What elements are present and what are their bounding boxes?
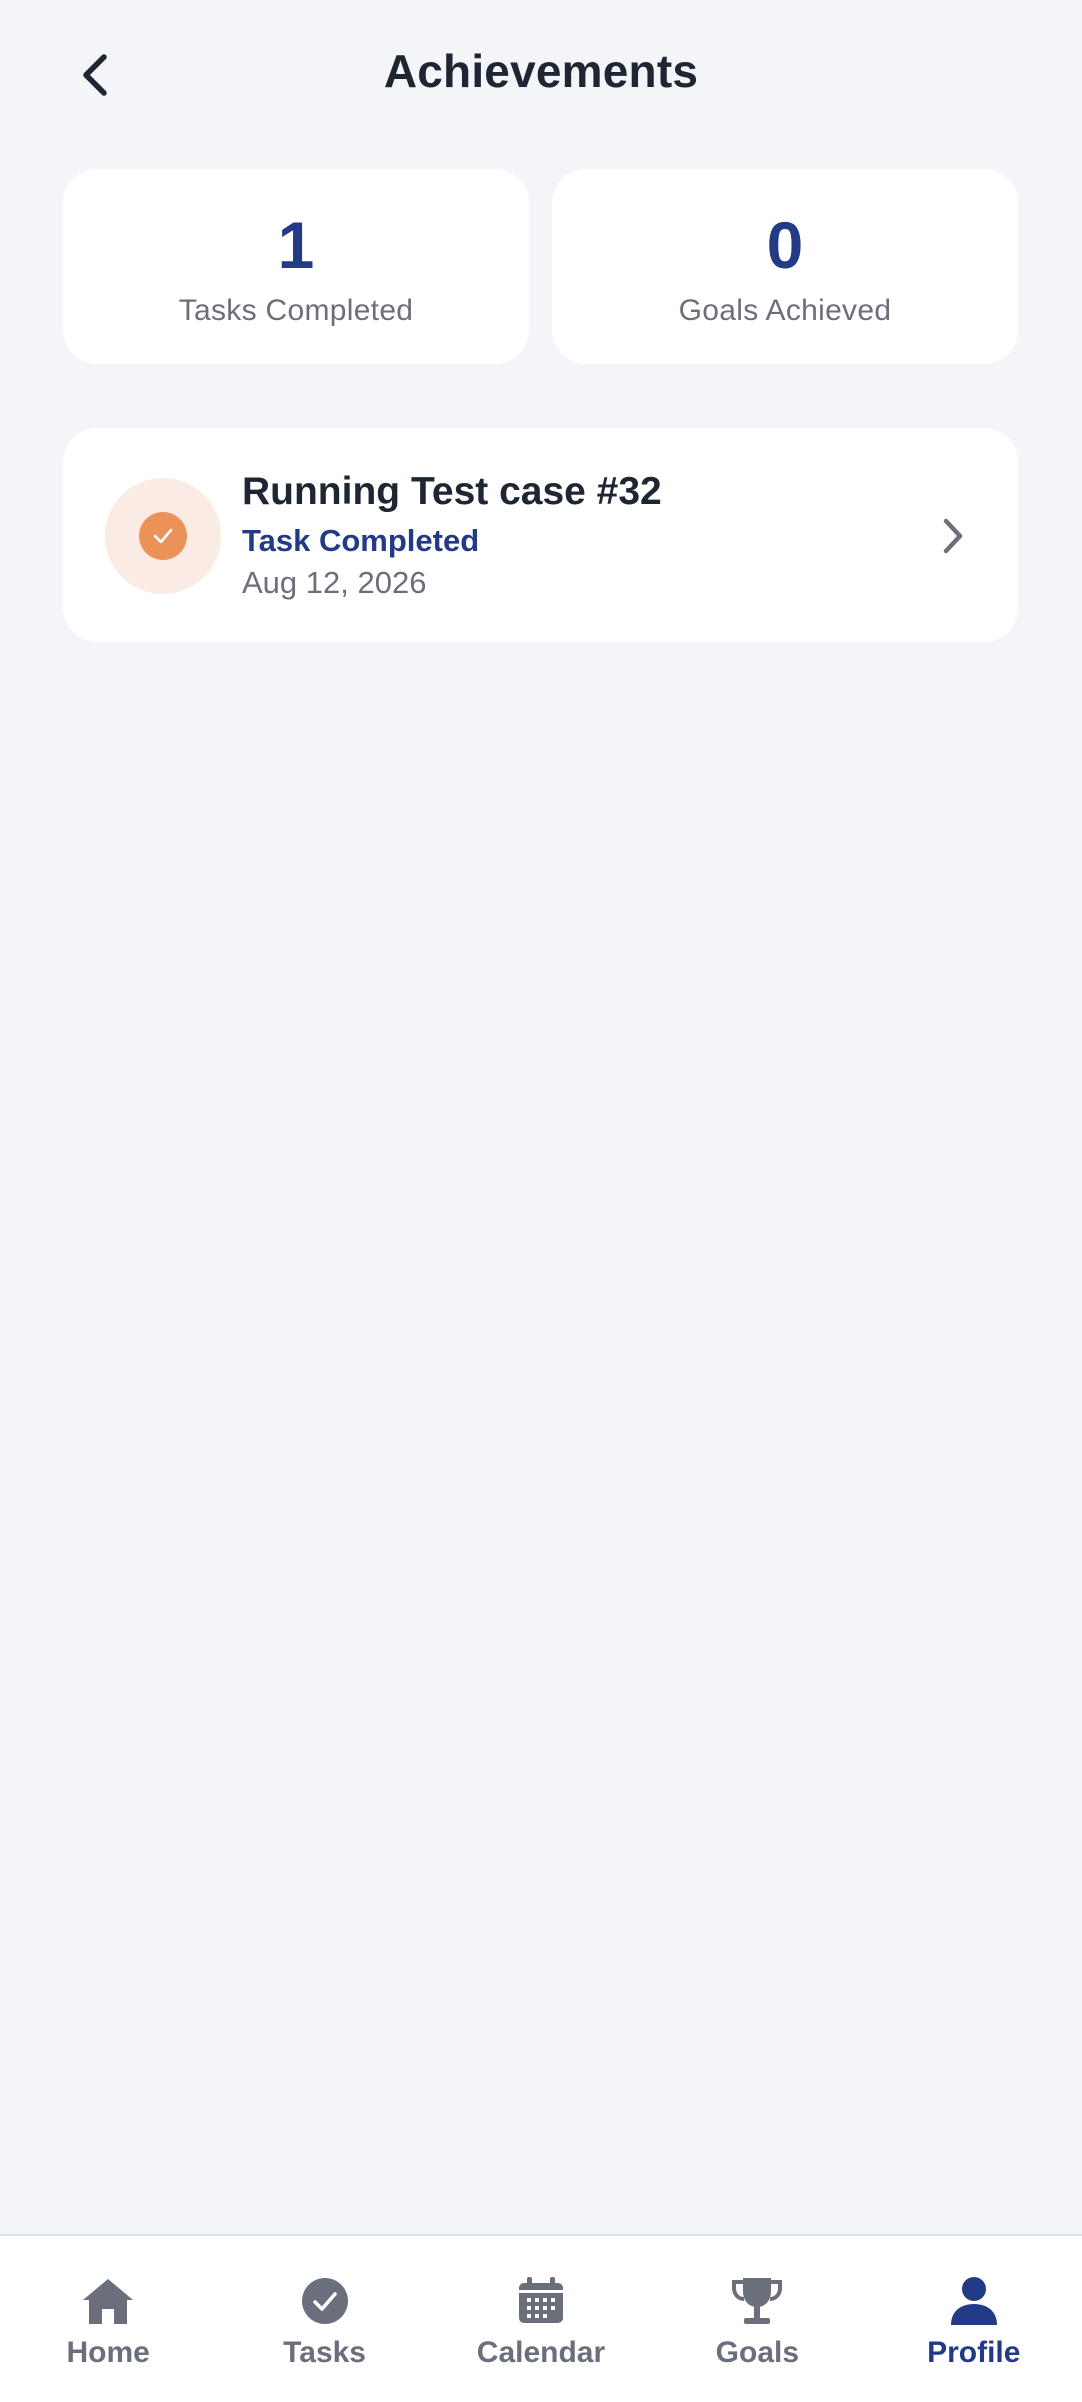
nav-item-calendar[interactable]: Calendar [433, 2236, 649, 2402]
goals-achieved-card: 0 Goals Achieved [552, 169, 1018, 364]
achievement-status: Task Completed [242, 523, 480, 558]
nav-item-tasks[interactable]: Tasks [216, 2236, 432, 2402]
tasks-completed-card: 1 Tasks Completed [63, 169, 529, 364]
page-title: Achievements [383, 45, 699, 97]
app-header: Achievements [0, 0, 1082, 150]
tasks-completed-label: Tasks Completed [178, 293, 414, 327]
home-icon [79, 2272, 137, 2330]
nav-label-home: Home [66, 2336, 150, 2369]
goals-achieved-label: Goals Achieved [678, 293, 892, 327]
goals-achieved-count: 0 [766, 207, 804, 282]
nav-item-goals[interactable]: Goals [649, 2236, 865, 2402]
achievement-badge [105, 478, 221, 594]
chevron-right-icon [928, 508, 978, 564]
tasks-completed-count: 1 [277, 207, 315, 282]
achievement-title: Running Test case #32 [242, 470, 662, 513]
trophy-icon [728, 2272, 786, 2330]
check-circle-icon [139, 512, 187, 560]
person-icon [945, 2272, 1003, 2330]
bottom-navigation: Home Tasks Calendar Goals Profile [0, 2234, 1082, 2402]
nav-label-goals: Goals [715, 2336, 800, 2369]
calendar-icon [512, 2272, 570, 2330]
nav-label-calendar: Calendar [476, 2336, 606, 2369]
nav-label-profile: Profile [927, 2336, 1021, 2369]
nav-item-home[interactable]: Home [0, 2236, 216, 2402]
nav-item-profile[interactable]: Profile [866, 2236, 1082, 2402]
achievement-date: Aug 12, 2026 [242, 565, 427, 600]
achievement-item[interactable]: Running Test case #32 Task Completed Aug… [63, 428, 1018, 642]
check-circle-icon [296, 2272, 354, 2330]
nav-label-tasks: Tasks [283, 2336, 366, 2369]
